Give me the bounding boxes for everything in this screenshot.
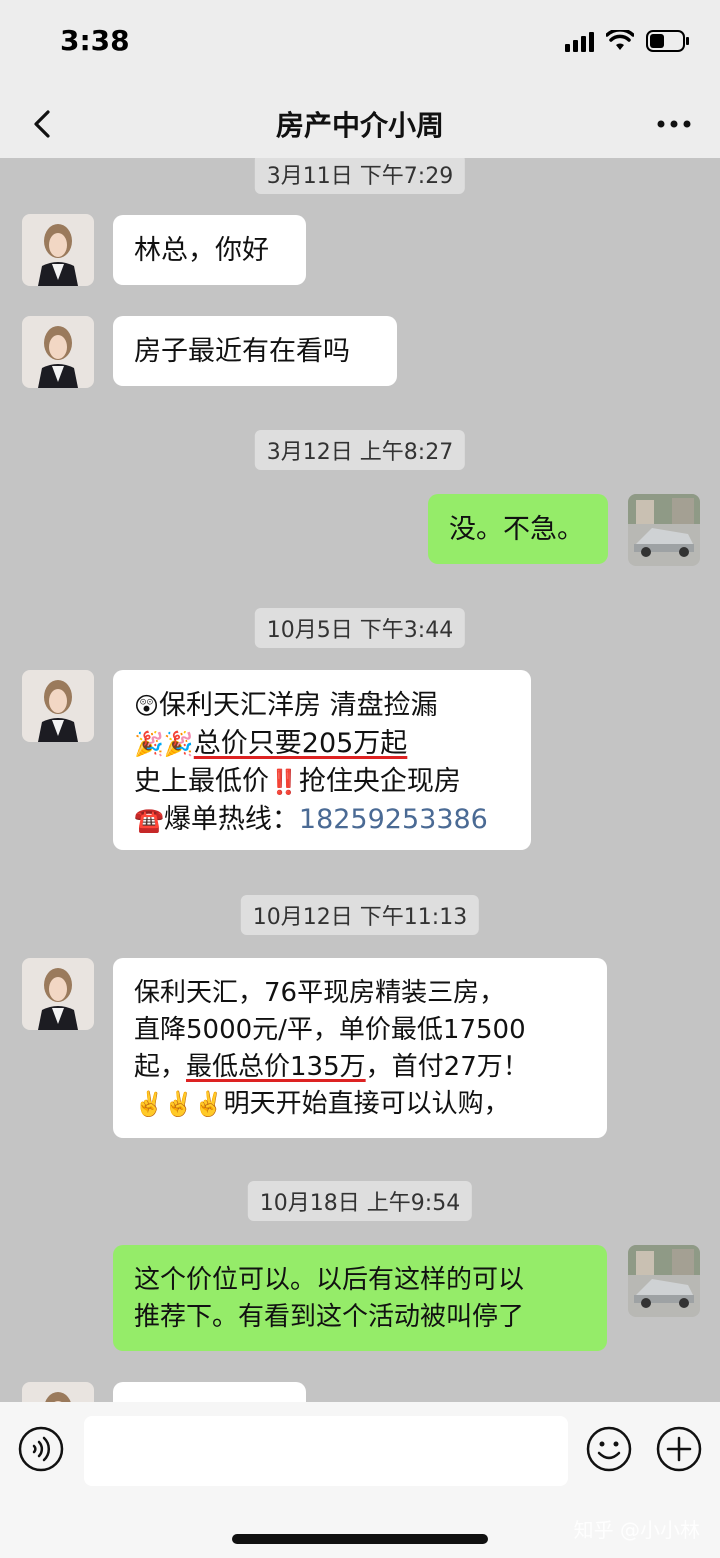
home-indicator bbox=[232, 1534, 488, 1544]
message-text-highlight: 最低总价135万 bbox=[186, 1052, 366, 1082]
message-text: ，首付27万！ bbox=[365, 1052, 529, 1082]
message-input[interactable] bbox=[84, 1416, 568, 1486]
battery-icon bbox=[646, 30, 690, 52]
emoji: ☎️ bbox=[134, 806, 164, 834]
contact-avatar[interactable] bbox=[22, 1382, 94, 1402]
message-bubble[interactable]: 保利天汇，76平现房精装三房， 直降5000元/平，单价最低17500 起，最低… bbox=[113, 958, 607, 1138]
phone-number-link[interactable]: 18259253386 bbox=[299, 804, 488, 835]
message-bubble-sent[interactable]: 没。不急。 bbox=[428, 494, 608, 564]
message-bubble[interactable]: 林总，你好 bbox=[113, 215, 306, 285]
emoji: 😲 bbox=[134, 692, 160, 720]
signal-icon bbox=[565, 30, 594, 52]
status-icons bbox=[565, 30, 690, 52]
message-text: 起， bbox=[134, 1052, 187, 1082]
timestamp: 3月12日 上午8:27 bbox=[254, 430, 466, 470]
message-text: 保利天汇，76平现房精装三房， bbox=[134, 978, 506, 1008]
message-bubble-sent[interactable]: 这个价位可以。以后有这样的可以 推荐下。有看到这个活动被叫停了 bbox=[113, 1245, 607, 1351]
message-bubble[interactable]: 😲保利天汇洋房 清盘捡漏 🎉🎉总价只要205万起 史上最低价‼️抢住央企现房 ☎… bbox=[113, 670, 531, 850]
emoji-icon[interactable] bbox=[586, 1426, 632, 1472]
timestamp: 10月18日 上午9:54 bbox=[247, 1181, 473, 1221]
status-bar: 3:38 bbox=[0, 0, 720, 90]
message-bubble[interactable] bbox=[113, 1382, 306, 1402]
contact-avatar[interactable] bbox=[22, 214, 94, 286]
message-text: 爆单热线： bbox=[163, 804, 299, 835]
message-text: 抢住央企现房 bbox=[298, 766, 461, 797]
user-avatar[interactable] bbox=[628, 1245, 700, 1317]
timestamp: 10月12日 下午11:13 bbox=[240, 895, 480, 935]
message-text: 这个价位可以。以后有这样的可以 bbox=[134, 1265, 525, 1295]
message-text: 史上最低价 bbox=[134, 766, 269, 797]
contact-avatar[interactable] bbox=[22, 316, 94, 388]
message-text: 没。不急。 bbox=[449, 514, 584, 545]
user-avatar[interactable] bbox=[628, 494, 700, 566]
message-text: 保利天汇洋房 清盘捡漏 bbox=[159, 690, 438, 721]
message-text: 直降5000元/平，单价最低17500 bbox=[134, 1015, 526, 1045]
wifi-icon bbox=[606, 30, 634, 52]
chat-title: 房产中介小周 bbox=[275, 109, 444, 142]
message-text: 明天开始直接可以认购， bbox=[223, 1089, 510, 1119]
emoji: 🎉🎉 bbox=[134, 730, 194, 758]
message-text: 房子最近有在看吗 bbox=[134, 336, 350, 367]
nav-bar: 房产中介小周 bbox=[0, 90, 720, 158]
message-bubble[interactable]: 房子最近有在看吗 bbox=[113, 316, 397, 386]
chat-area[interactable]: 3月11日 下午7:29 林总，你好 房子最近有在看吗 3月12日 上午8:27… bbox=[0, 158, 720, 1402]
timestamp: 3月11日 下午7:29 bbox=[254, 158, 466, 194]
message-text: 推荐下。有看到这个活动被叫停了 bbox=[134, 1302, 525, 1332]
emoji: ✌️✌️✌️ bbox=[134, 1090, 224, 1118]
contact-avatar[interactable] bbox=[22, 958, 94, 1030]
status-time: 3:38 bbox=[60, 24, 130, 57]
timestamp: 10月5日 下午3:44 bbox=[254, 608, 466, 648]
watermark: 知乎 @小小林 bbox=[573, 1518, 700, 1542]
plus-icon[interactable] bbox=[656, 1426, 702, 1472]
emoji: ‼️ bbox=[269, 768, 299, 796]
message-text: 林总，你好 bbox=[134, 235, 269, 266]
contact-avatar[interactable] bbox=[22, 670, 94, 742]
more-icon[interactable] bbox=[656, 116, 692, 132]
message-text-highlight: 总价只要205万起 bbox=[193, 728, 408, 759]
voice-icon[interactable] bbox=[18, 1426, 64, 1472]
